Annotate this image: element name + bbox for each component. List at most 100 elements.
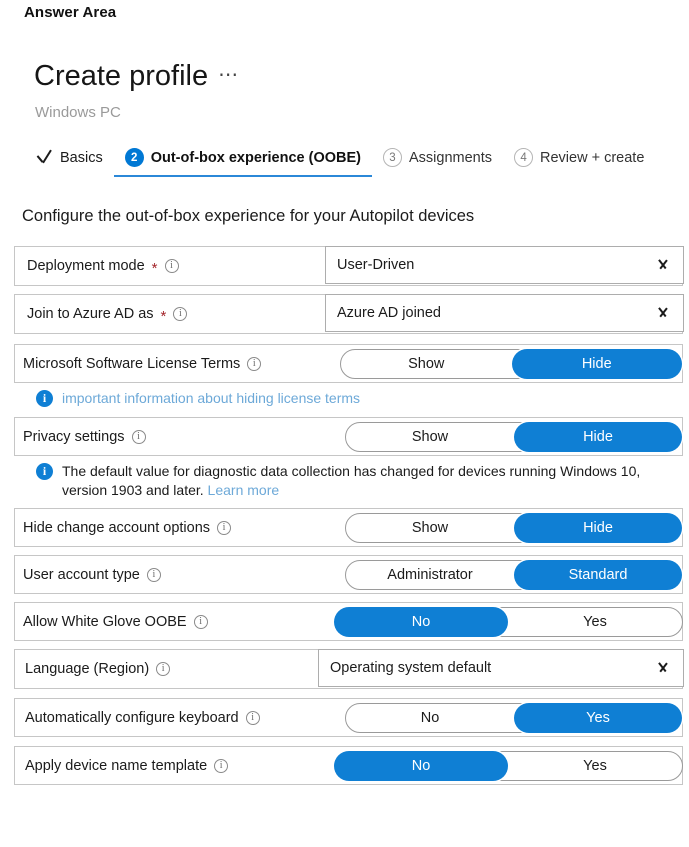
- tab-label: Out-of-box experience (OOBE): [150, 149, 361, 166]
- required-asterisk: *: [160, 307, 167, 325]
- answer-area-heading: Answer Area: [24, 4, 117, 21]
- page-subtitle: Windows PC: [35, 104, 121, 121]
- chevron-down-icon: [654, 308, 671, 318]
- field-label-group: Microsoft Software License Terms i: [15, 355, 262, 372]
- tab-label: Assignments: [409, 149, 493, 166]
- step-number-badge: 4: [514, 148, 534, 167]
- tab-basics[interactable]: Basics: [36, 149, 114, 176]
- field-label-group: Hide change account options i: [15, 519, 232, 536]
- info-filled-icon: i: [36, 390, 53, 407]
- info-icon[interactable]: i: [146, 567, 161, 582]
- field-label-group: Privacy settings i: [15, 429, 146, 445]
- toggle-option-no[interactable]: No: [334, 607, 508, 637]
- toggle-option-no[interactable]: No: [334, 751, 508, 781]
- info-icon[interactable]: i: [131, 429, 146, 444]
- toggle-option-no[interactable]: No: [346, 704, 514, 732]
- info-icon[interactable]: i: [156, 662, 171, 676]
- chevron-down-icon: [654, 663, 671, 673]
- wizard-tabs: Basics 2 Out-of-box experience (OOBE) 3 …: [36, 148, 655, 177]
- row-microsoft-software-license-terms: Microsoft Software License Terms i Show …: [14, 344, 683, 383]
- dropdown-deployment-mode[interactable]: User-Driven: [325, 246, 684, 284]
- toggle-option-show[interactable]: Show: [341, 350, 512, 378]
- toggle-user-account-type[interactable]: Administrator Standard: [345, 560, 683, 590]
- blade-header: Create profile ⋯: [34, 62, 239, 91]
- page-title: Create profile: [34, 60, 209, 92]
- field-label: User account type: [23, 566, 140, 583]
- note-body: The default value for diagnostic data co…: [62, 463, 641, 498]
- info-filled-icon: i: [36, 463, 53, 480]
- info-icon[interactable]: i: [217, 520, 232, 535]
- toggle-automatically-configure-keyboard[interactable]: No Yes: [345, 703, 683, 733]
- learn-more-link[interactable]: Learn more: [208, 482, 280, 498]
- info-icon[interactable]: i: [193, 614, 208, 629]
- field-label-group: Language (Region) i: [15, 661, 171, 677]
- dropdown-value: Azure AD joined: [337, 305, 441, 321]
- tab-review-create[interactable]: 4 Review + create: [503, 148, 655, 177]
- row-apply-device-name-template: Apply device name template i No Yes: [14, 746, 683, 785]
- step-number-badge: 3: [383, 148, 402, 167]
- oobe-settings-form: Deployment mode * i User-Driven Join to …: [14, 246, 684, 785]
- field-label-group: Join to Azure AD as * i: [15, 306, 188, 325]
- field-label: Allow White Glove OOBE: [23, 613, 187, 630]
- toggle-privacy-settings[interactable]: Show Hide: [345, 422, 683, 452]
- toggle-option-show[interactable]: Show: [346, 514, 514, 542]
- field-label: Privacy settings: [23, 428, 125, 445]
- dropdown-join-to-azure-ad-as[interactable]: Azure AD joined: [325, 294, 684, 332]
- toggle-option-yes[interactable]: Yes: [508, 752, 682, 780]
- more-options-icon[interactable]: ⋯: [218, 65, 239, 85]
- dropdown-value: User-Driven: [337, 257, 415, 273]
- info-icon[interactable]: i: [245, 710, 260, 725]
- toggle-option-yes[interactable]: Yes: [508, 608, 682, 636]
- toggle-option-hide[interactable]: Hide: [511, 349, 682, 379]
- tab-assignments[interactable]: 3 Assignments: [372, 148, 503, 177]
- step-number-badge: 2: [124, 148, 144, 167]
- toggle-option-yes[interactable]: Yes: [514, 703, 682, 733]
- row-join-to-azure-ad-as: Join to Azure AD as * i Azure AD joined: [14, 294, 684, 334]
- toggle-option-show[interactable]: Show: [346, 423, 514, 451]
- field-label-group: Apply device name template i: [15, 757, 229, 774]
- field-label: Join to Azure AD as: [27, 306, 154, 322]
- info-icon[interactable]: i: [247, 356, 262, 371]
- note-privacy-diagnostic-data: i The default value for diagnostic data …: [36, 462, 684, 500]
- field-label: Apply device name template: [25, 757, 208, 774]
- row-hide-change-account-options: Hide change account options i Show Hide: [14, 508, 683, 547]
- toggle-hide-change-account-options[interactable]: Show Hide: [345, 513, 683, 543]
- toggle-allow-white-glove-oobe[interactable]: No Yes: [333, 607, 683, 637]
- row-user-account-type: User account type i Administrator Standa…: [14, 555, 683, 594]
- field-label: Automatically configure keyboard: [25, 709, 239, 726]
- field-label: Microsoft Software License Terms: [23, 355, 241, 372]
- dropdown-value: Operating system default: [330, 660, 492, 676]
- toggle-option-hide[interactable]: Hide: [514, 422, 682, 452]
- row-privacy-settings: Privacy settings i Show Hide: [14, 417, 683, 456]
- tab-label: Review + create: [540, 149, 645, 166]
- field-label-group: User account type i: [15, 567, 161, 583]
- chevron-down-icon: [654, 260, 671, 270]
- note-text: The default value for diagnostic data co…: [62, 462, 642, 500]
- tab-label: Basics: [60, 149, 103, 166]
- field-label-group: Allow White Glove OOBE i: [15, 614, 208, 630]
- required-asterisk: *: [151, 259, 158, 277]
- toggle-option-standard[interactable]: Standard: [514, 560, 682, 590]
- row-language-region: Language (Region) i Operating system def…: [14, 649, 684, 689]
- toggle-apply-device-name-template[interactable]: No Yes: [333, 751, 683, 781]
- tab-out-of-box-experience[interactable]: 2 Out-of-box experience (OOBE): [113, 148, 373, 177]
- section-heading: Configure the out-of-box experience for …: [22, 207, 475, 225]
- info-icon[interactable]: i: [164, 259, 179, 273]
- toggle-option-administrator[interactable]: Administrator: [346, 561, 514, 589]
- note-license-terms: i important information about hiding lic…: [36, 389, 684, 408]
- info-icon[interactable]: i: [214, 758, 229, 773]
- row-allow-white-glove-oobe: Allow White Glove OOBE i No Yes: [14, 602, 683, 641]
- toggle-microsoft-software-license-terms[interactable]: Show Hide: [340, 349, 683, 379]
- field-label: Deployment mode: [27, 258, 145, 274]
- check-icon: [36, 149, 53, 166]
- field-label-group: Deployment mode * i: [15, 258, 179, 277]
- row-automatically-configure-keyboard: Automatically configure keyboard i No Ye…: [14, 698, 683, 737]
- field-label-group: Automatically configure keyboard i: [15, 710, 260, 726]
- dropdown-language-region[interactable]: Operating system default: [318, 649, 684, 687]
- field-label: Language (Region): [25, 661, 150, 677]
- info-icon[interactable]: i: [173, 307, 188, 321]
- row-deployment-mode: Deployment mode * i User-Driven: [14, 246, 684, 286]
- field-label: Hide change account options: [23, 519, 211, 536]
- toggle-option-hide[interactable]: Hide: [514, 513, 682, 543]
- note-link-text[interactable]: important information about hiding licen…: [62, 389, 360, 408]
